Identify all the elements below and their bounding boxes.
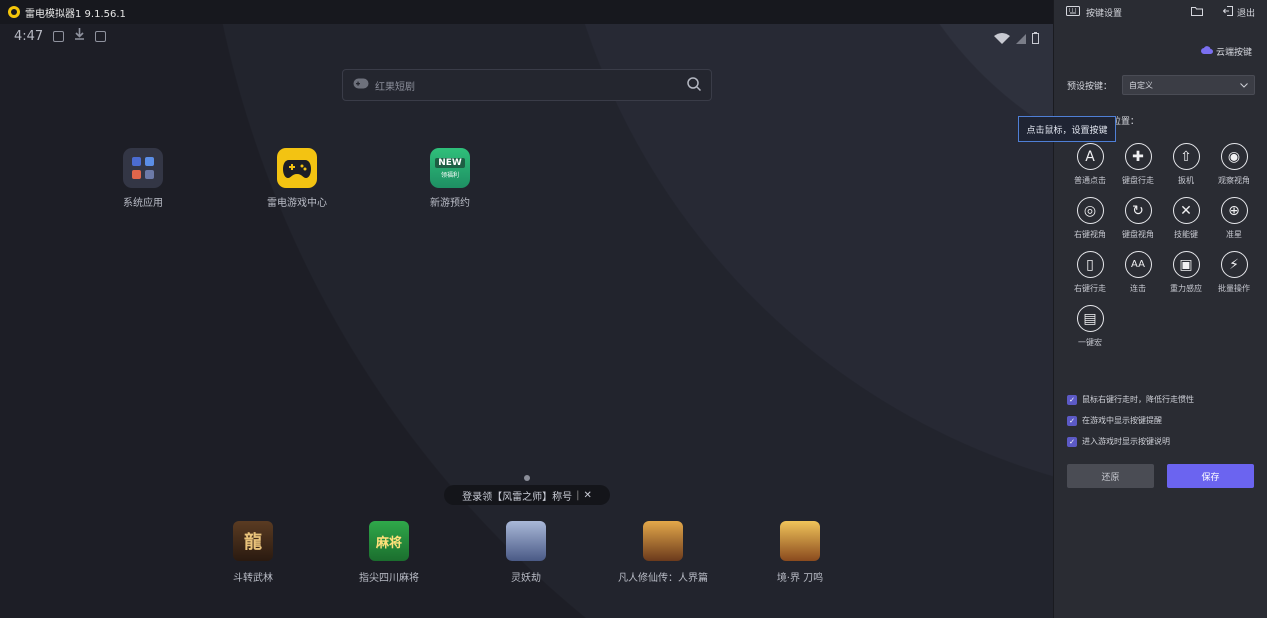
keyboard-view-icon: ↻ <box>1124 197 1152 224</box>
new-badge: NEW <box>435 157 465 168</box>
app-label: 系统应用 <box>123 198 163 209</box>
promo-close-icon[interactable]: ✕ <box>583 490 591 501</box>
preset-row: 预设按键： 自定义 <box>1067 75 1256 95</box>
key-right-view[interactable]: ◎ 右键视角 <box>1066 197 1114 240</box>
key-crosshair[interactable]: ⊕ 准星 <box>1210 197 1258 240</box>
app-game-center[interactable]: 雷电游戏中心 <box>252 148 342 209</box>
gamepad-icon <box>353 78 369 92</box>
folder-icon[interactable] <box>1190 6 1203 19</box>
checkbox-checked-icon[interactable]: ✓ <box>1067 394 1077 405</box>
android-status-bar: 4:47 <box>14 28 107 44</box>
lightning-icon: ⚡ <box>1220 251 1248 278</box>
welfare-sublabel: 领福利 <box>440 171 459 179</box>
key-skill[interactable]: ✕ 技能键 <box>1162 197 1210 240</box>
window-title: 雷电模拟器1 9.1.56.1 <box>25 8 126 20</box>
status-right <box>994 29 1039 48</box>
right-click-view-icon: ◎ <box>1076 197 1104 224</box>
preset-select[interactable]: 自定义 <box>1122 75 1256 95</box>
checkbox-checked-icon[interactable]: ✓ <box>1067 436 1077 447</box>
set-key-tooltip: 点击鼠标，设置按键 <box>1018 116 1116 142</box>
search-placeholder: 红果短剧 <box>375 81 415 93</box>
skill-swords-icon: ✕ <box>1172 197 1200 224</box>
eye-icon: ◉ <box>1220 143 1248 170</box>
reset-button[interactable]: 还原 <box>1067 464 1154 488</box>
preset-value: 自定义 <box>1129 80 1154 90</box>
game-icon: 龍 <box>233 521 273 561</box>
game-label: 指尖四川麻将 <box>359 573 419 584</box>
key-type-grid: A 普通点击 ✚ 键盘行走 ⇧ 扳机 ◉ 观察视角 ◎ 右键视角 ↻ 键盘视角 ✕ 技能键 ⊕… <box>1066 143 1258 348</box>
battery-icon <box>1032 29 1039 48</box>
app-new-games[interactable]: NEW 领福利 新游预约 <box>405 148 495 209</box>
search-bar[interactable]: 红果短剧 <box>342 69 712 101</box>
game-icon <box>643 521 683 561</box>
preset-label: 预设按键： <box>1067 81 1113 92</box>
checkbox-checked-icon[interactable]: ✓ <box>1067 415 1077 426</box>
app-logo-icon <box>8 6 20 18</box>
chevron-down-icon <box>1240 81 1248 90</box>
key-batch[interactable]: ⚡ 批量操作 <box>1210 251 1258 294</box>
combo-icon: AA <box>1124 251 1152 278</box>
game-label: 凡人修仙传：人界篇 <box>618 573 708 584</box>
promo-banner[interactable]: 登录领【风雷之师】称号 | ✕ <box>444 485 610 505</box>
signal-icon <box>1016 29 1026 48</box>
game-label: 灵妖劫 <box>511 573 541 584</box>
key-trigger[interactable]: ⇧ 扳机 <box>1162 143 1210 186</box>
app-system[interactable]: 系统应用 <box>98 148 188 209</box>
app-label: 雷电游戏中心 <box>267 198 327 209</box>
new-games-icon: NEW 领福利 <box>430 148 470 188</box>
panel-header: 按键设置 退出 <box>1054 0 1267 24</box>
search-icon[interactable] <box>687 76 702 94</box>
save-button[interactable]: 保存 <box>1167 464 1254 488</box>
keymap-panel: 按键设置 退出 云端按键 预设按键： 自定义 拖动到游戏位置： A普通点击 <box>1053 0 1267 618</box>
cloud-keys-button[interactable]: 云端按键 <box>1200 45 1252 58</box>
game-jingjie[interactable]: 境·界 刀鸣 <box>745 521 855 584</box>
key-keyboard-view[interactable]: ↻ 键盘视角 <box>1114 197 1162 240</box>
game-icon: 麻将 <box>369 521 409 561</box>
panel-title: 按键设置 <box>1086 8 1123 19</box>
game-label: 境·界 刀鸣 <box>776 573 824 584</box>
image-notification-icon <box>53 30 65 42</box>
cloud-icon <box>1200 46 1213 57</box>
app-label: 新游预约 <box>430 198 470 209</box>
key-tap[interactable]: A 普通点击 <box>1066 143 1114 186</box>
promo-text: 登录领【风雷之师】称号 <box>462 491 573 503</box>
crosshair-icon: ⊕ <box>1220 197 1248 224</box>
option-reduce-inertia[interactable]: ✓ 鼠标右键行走时，降低行走惯性 <box>1067 389 1194 410</box>
tap-icon: A <box>1076 143 1104 170</box>
emulator-screen[interactable]: 4:47 红果短剧 系统应用 雷电游戏中心 NEW 领福利 新游预约 登录领【风… <box>0 24 1053 618</box>
key-gravity[interactable]: ▣ 重力感应 <box>1162 251 1210 294</box>
app-notification-icon <box>95 30 107 42</box>
game-icon <box>780 521 820 561</box>
game-label: 斗转武林 <box>233 573 273 584</box>
keyboard-icon <box>1066 5 1080 19</box>
download-notification-icon <box>74 28 85 44</box>
dpad-icon: ✚ <box>1124 143 1152 170</box>
key-dpad[interactable]: ✚ 键盘行走 <box>1114 143 1162 186</box>
trigger-icon: ⇧ <box>1172 143 1200 170</box>
game-icon <box>506 521 546 561</box>
key-look[interactable]: ◉ 观察视角 <box>1210 143 1258 186</box>
options-list: ✓ 鼠标右键行走时，降低行走惯性 ✓ 在游戏中显示按键提醒 ✓ 进入游戏时显示按键说明 <box>1067 389 1194 452</box>
wifi-icon <box>994 29 1010 48</box>
key-right-walk[interactable]: ▯ 右键行走 <box>1066 251 1114 294</box>
page-indicator <box>524 475 530 481</box>
game-center-icon <box>277 148 317 188</box>
game-mahjong[interactable]: 麻将 指尖四川麻将 <box>334 521 444 584</box>
exit-button[interactable]: 退出 <box>1237 6 1255 19</box>
system-apps-icon <box>123 148 163 188</box>
option-show-key-hints[interactable]: ✓ 在游戏中显示按键提醒 <box>1067 410 1194 431</box>
exit-icon[interactable] <box>1222 5 1233 19</box>
game-douzhuan[interactable]: 龍 斗转武林 <box>198 521 308 584</box>
clock: 4:47 <box>14 28 44 44</box>
game-lingyao[interactable]: 灵妖劫 <box>471 521 581 584</box>
key-combo[interactable]: AA 连击 <box>1114 251 1162 294</box>
macro-icon: ▤ <box>1076 305 1104 332</box>
mouse-icon: ▯ <box>1076 251 1104 278</box>
cloud-keys-label: 云端按键 <box>1215 48 1252 58</box>
gravity-phone-icon: ▣ <box>1172 251 1200 278</box>
key-macro[interactable]: ▤ 一键宏 <box>1066 305 1114 348</box>
option-show-key-guide[interactable]: ✓ 进入游戏时显示按键说明 <box>1067 431 1194 452</box>
game-fanren[interactable]: 凡人修仙传：人界篇 <box>608 521 718 584</box>
title-bar: 雷电模拟器1 9.1.56.1 <box>0 0 1053 24</box>
